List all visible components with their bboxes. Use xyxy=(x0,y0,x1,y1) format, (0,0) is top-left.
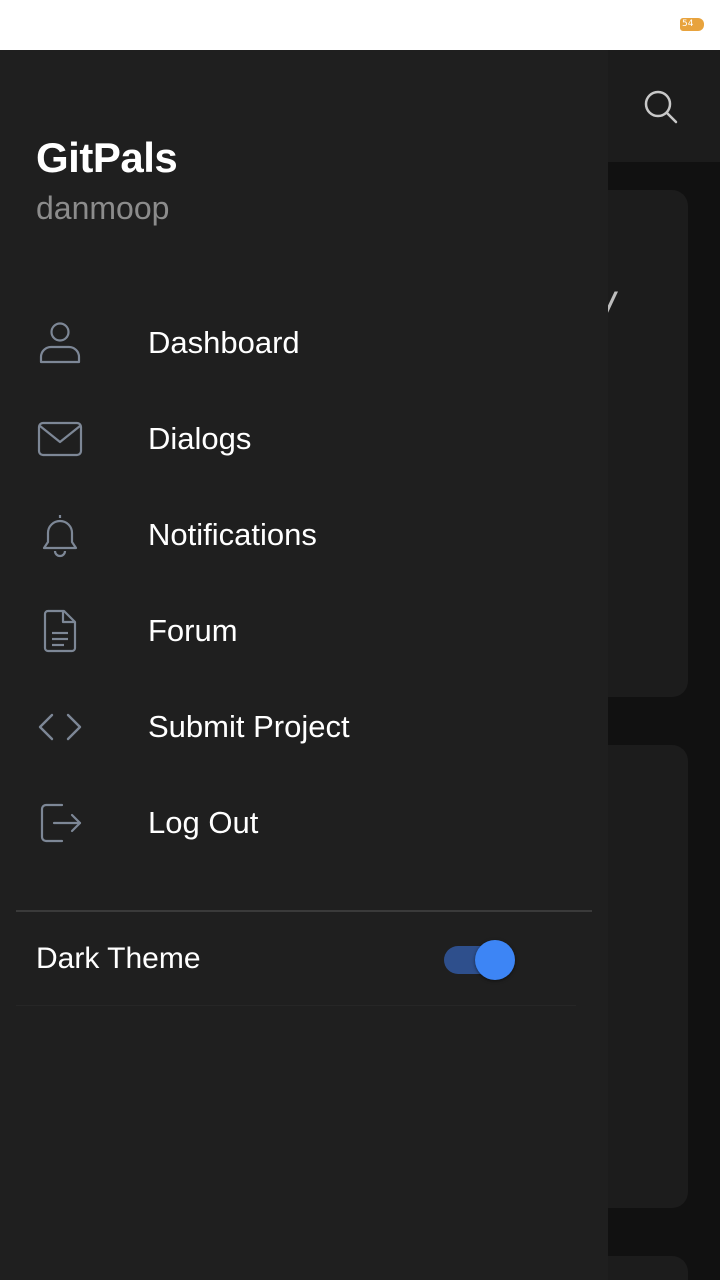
nav-label: Submit Project xyxy=(148,709,350,744)
bell-icon xyxy=(42,515,78,558)
navigation-drawer: GitPals danmoop Dashboard Dialogs Notifi… xyxy=(0,50,608,1280)
battery-level: 54 xyxy=(682,19,694,29)
nav-item-notifications[interactable]: Notifications xyxy=(0,487,608,583)
nav-item-log-out[interactable]: Log Out xyxy=(0,775,608,871)
logout-icon xyxy=(40,803,82,843)
mail-icon xyxy=(37,421,83,457)
nav-label: Forum xyxy=(148,613,238,648)
nav-item-forum[interactable]: Forum xyxy=(0,583,608,679)
document-icon xyxy=(43,609,77,653)
search-button[interactable] xyxy=(636,82,684,130)
status-bar: 54 xyxy=(0,0,720,50)
nav-item-submit-project[interactable]: Submit Project xyxy=(0,679,608,775)
search-icon xyxy=(644,90,678,124)
nav-label: Dialogs xyxy=(148,421,252,456)
nav-label: Log Out xyxy=(148,805,259,840)
person-icon xyxy=(39,322,81,364)
nav-item-dashboard[interactable]: Dashboard xyxy=(0,295,608,391)
dark-theme-toggle[interactable] xyxy=(444,940,516,980)
nav-label: Notifications xyxy=(148,517,317,552)
battery-icon: 54 xyxy=(680,18,704,31)
nav-label: Dashboard xyxy=(148,325,300,360)
dark-theme-label: Dark Theme xyxy=(36,942,201,975)
app-title: GitPals xyxy=(36,134,178,181)
nav-item-dialogs[interactable]: Dialogs xyxy=(0,391,608,487)
dark-theme-row: Dark Theme xyxy=(16,912,576,1006)
username: danmoop xyxy=(36,190,170,226)
code-icon xyxy=(38,713,82,741)
toggle-thumb xyxy=(475,940,515,980)
